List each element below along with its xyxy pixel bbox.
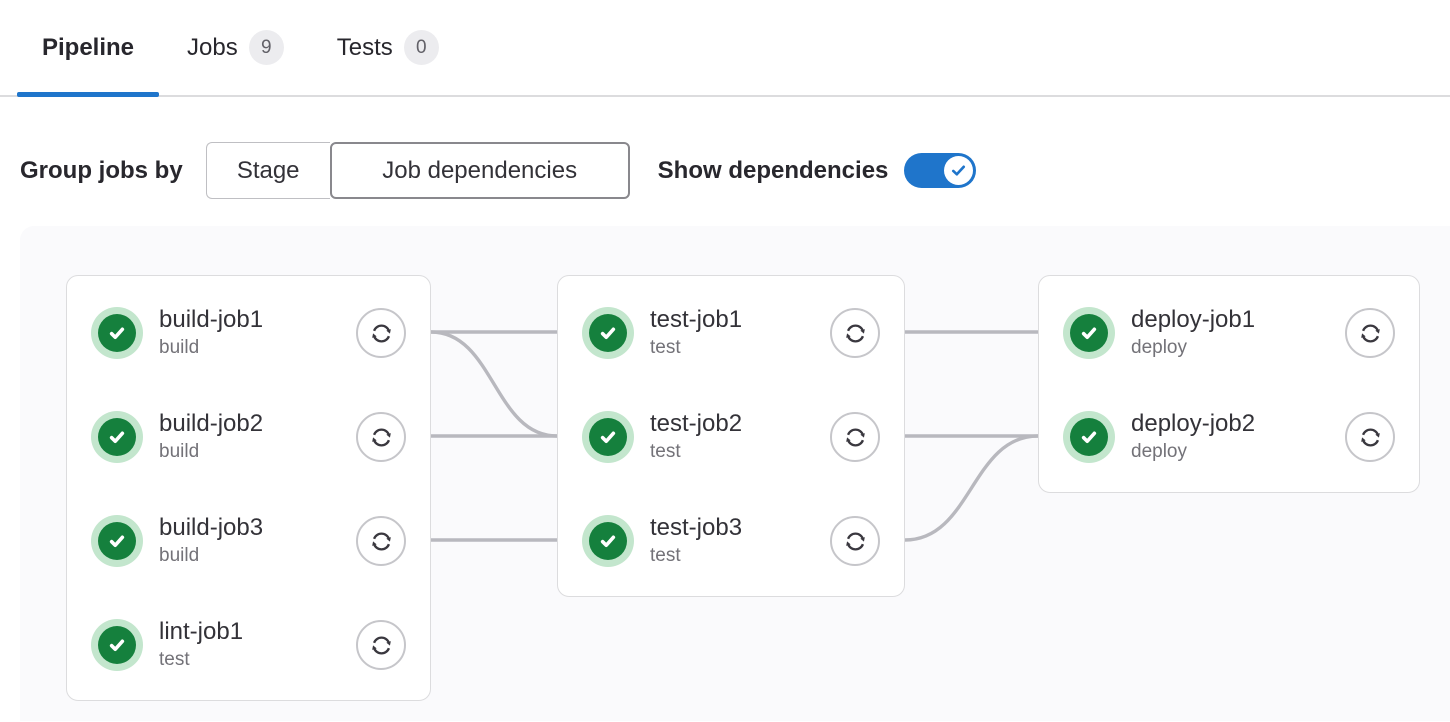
group-jobs-by-label: Group jobs by xyxy=(20,157,183,185)
job-stage: test xyxy=(159,649,243,672)
job-stage: build xyxy=(159,441,263,464)
job-text: deploy-job1deploy xyxy=(1131,306,1255,360)
show-dependencies-label: Show dependencies xyxy=(658,157,889,185)
tab-jobs-label: Jobs xyxy=(187,34,238,62)
retry-job-button[interactable] xyxy=(1345,412,1395,462)
graph-controls: Group jobs by Stage Job dependencies Sho… xyxy=(20,142,1450,199)
retry-job-button[interactable] xyxy=(830,412,880,462)
toggle-check-icon xyxy=(949,161,968,180)
status-success-icon xyxy=(1063,307,1115,359)
tab-pipeline[interactable]: Pipeline xyxy=(17,0,159,95)
job-row[interactable]: build-job2build xyxy=(67,401,430,473)
status-success-icon xyxy=(91,619,143,671)
job-row[interactable]: build-job3build xyxy=(67,505,430,577)
retry-icon xyxy=(1357,320,1384,347)
retry-job-button[interactable] xyxy=(1345,308,1395,358)
job-name: deploy-job2 xyxy=(1131,410,1255,439)
retry-job-button[interactable] xyxy=(830,516,880,566)
job-name: deploy-job1 xyxy=(1131,306,1255,335)
job-stage: build xyxy=(159,545,263,568)
job-row[interactable]: test-job1test xyxy=(558,297,904,369)
retry-job-button[interactable] xyxy=(356,308,406,358)
job-row[interactable]: deploy-job1deploy xyxy=(1039,297,1419,369)
status-success-icon xyxy=(91,307,143,359)
retry-icon xyxy=(842,424,869,451)
retry-icon xyxy=(368,632,395,659)
status-success-icon xyxy=(582,411,634,463)
job-name: test-job1 xyxy=(650,306,742,335)
pipeline-tab-bar: Pipeline Jobs 9 Tests 0 xyxy=(0,0,1450,97)
job-name: build-job2 xyxy=(159,410,263,439)
retry-job-button[interactable] xyxy=(356,516,406,566)
show-dependencies-toggle[interactable] xyxy=(904,153,976,188)
tests-count-badge: 0 xyxy=(404,30,439,65)
job-name: test-job2 xyxy=(650,410,742,439)
retry-job-button[interactable] xyxy=(356,412,406,462)
job-name: build-job3 xyxy=(159,514,263,543)
job-text: lint-job1test xyxy=(159,618,243,672)
status-success-icon xyxy=(582,515,634,567)
job-stage: build xyxy=(159,337,263,360)
tab-pipeline-label: Pipeline xyxy=(42,34,134,62)
active-tab-underline xyxy=(17,92,159,97)
retry-job-button[interactable] xyxy=(830,308,880,358)
job-text: deploy-job2deploy xyxy=(1131,410,1255,464)
job-stage: deploy xyxy=(1131,441,1255,464)
dependency-link xyxy=(905,436,1038,540)
job-group-card: build-job1buildbuild-job2buildbuild-job3… xyxy=(66,275,431,701)
retry-icon xyxy=(842,320,869,347)
job-row[interactable]: build-job1build xyxy=(67,297,430,369)
status-success-icon xyxy=(1063,411,1115,463)
job-text: build-job3build xyxy=(159,514,263,568)
tab-tests-label: Tests xyxy=(337,34,393,62)
group-by-job-dependencies-button[interactable]: Job dependencies xyxy=(330,142,630,199)
job-row[interactable]: deploy-job2deploy xyxy=(1039,401,1419,473)
status-success-icon xyxy=(91,411,143,463)
dependency-link xyxy=(431,332,557,436)
group-by-stage-button[interactable]: Stage xyxy=(206,142,330,199)
retry-job-button[interactable] xyxy=(356,620,406,670)
job-text: test-job3test xyxy=(650,514,742,568)
job-text: build-job2build xyxy=(159,410,263,464)
retry-icon xyxy=(1357,424,1384,451)
job-stage: deploy xyxy=(1131,337,1255,360)
jobs-count-badge: 9 xyxy=(249,30,284,65)
job-row[interactable]: lint-job1test xyxy=(67,609,430,681)
job-row[interactable]: test-job2test xyxy=(558,401,904,473)
retry-icon xyxy=(368,424,395,451)
retry-icon xyxy=(368,528,395,555)
job-name: build-job1 xyxy=(159,306,263,335)
toggle-knob xyxy=(944,156,973,185)
job-row[interactable]: test-job3test xyxy=(558,505,904,577)
job-stage: test xyxy=(650,545,742,568)
job-text: test-job1test xyxy=(650,306,742,360)
job-stage: test xyxy=(650,441,742,464)
retry-icon xyxy=(368,320,395,347)
job-text: build-job1build xyxy=(159,306,263,360)
job-stage: test xyxy=(650,337,742,360)
job-name: test-job3 xyxy=(650,514,742,543)
status-success-icon xyxy=(91,515,143,567)
job-group-card: deploy-job1deploydeploy-job2deploy xyxy=(1038,275,1420,493)
job-text: test-job2test xyxy=(650,410,742,464)
tab-tests[interactable]: Tests 0 xyxy=(312,0,464,95)
pipeline-graph: build-job1buildbuild-job2buildbuild-job3… xyxy=(20,226,1450,721)
job-group-card: test-job1testtest-job2testtest-job3test xyxy=(557,275,905,597)
job-name: lint-job1 xyxy=(159,618,243,647)
status-success-icon xyxy=(582,307,634,359)
retry-icon xyxy=(842,528,869,555)
tab-jobs[interactable]: Jobs 9 xyxy=(162,0,309,95)
group-jobs-by-segmented-control: Stage Job dependencies xyxy=(206,142,630,199)
